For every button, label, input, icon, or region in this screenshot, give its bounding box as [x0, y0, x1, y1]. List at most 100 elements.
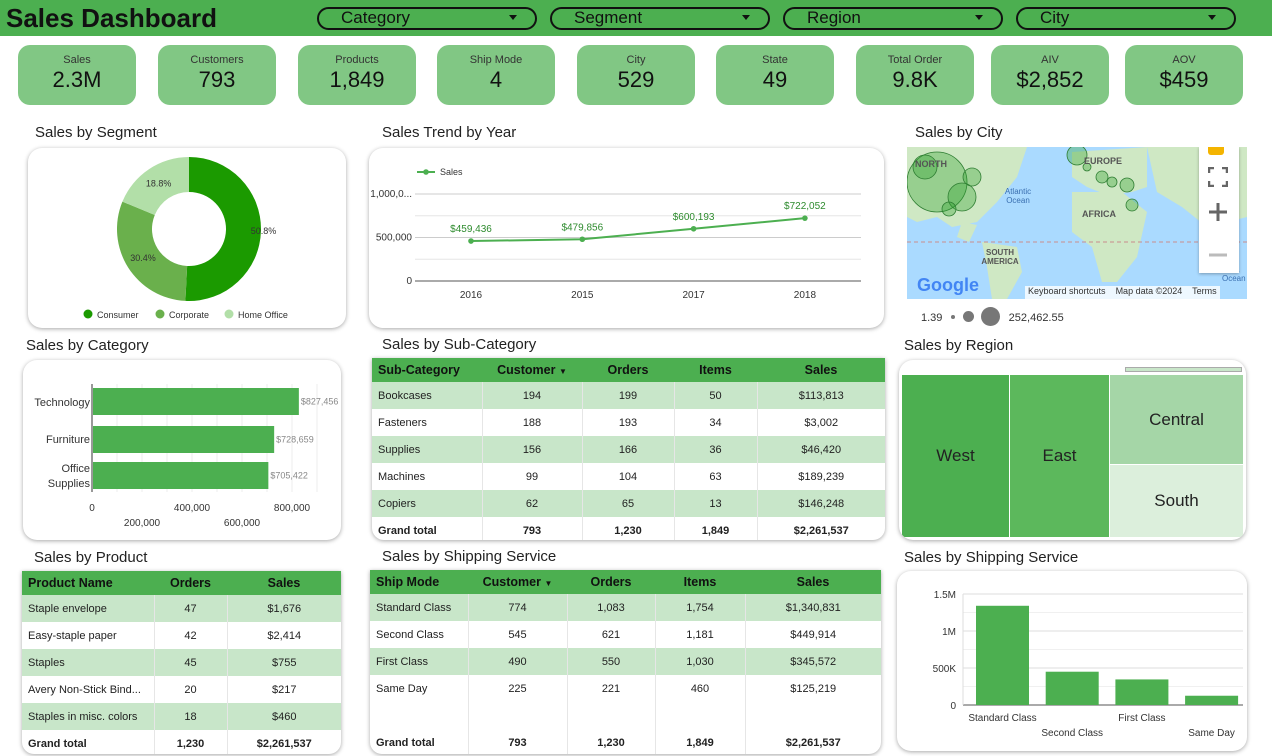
table-row[interactable]: Fasteners 188 193 34 $3,002	[372, 409, 885, 436]
subcategory-header-items[interactable]: Items	[674, 358, 757, 382]
kpi-value: 1,849	[329, 67, 385, 92]
category-bar[interactable]	[93, 462, 269, 489]
table-row[interactable]: Second Class 545 621 1,181 $449,914	[370, 621, 881, 648]
cell: 774	[468, 594, 568, 621]
table-row[interactable]: Supplies 156 166 36 $46,420	[372, 436, 885, 463]
x-tick-label: First Class	[1118, 713, 1165, 724]
terms-link[interactable]: Terms	[1192, 286, 1217, 296]
chevron-down-icon	[742, 15, 750, 20]
table-row[interactable]: Machines 99 104 63 $189,239	[372, 463, 885, 490]
cell: $3,002	[804, 416, 839, 429]
product-header-sales[interactable]: Sales	[227, 571, 341, 595]
region-card: West East Central South	[899, 360, 1246, 540]
map-label-europe: EUROPE	[1084, 156, 1123, 166]
map-label-atlantic: Atlantic Ocean	[1004, 187, 1032, 205]
category-filter[interactable]: Category	[317, 7, 537, 30]
table-row[interactable]: Copiers 62 65 13 $146,248	[372, 490, 885, 517]
data-label: $459,436	[450, 224, 492, 235]
cell: 793	[482, 517, 583, 540]
table-row[interactable]: Staple envelope 47 $1,676	[22, 595, 341, 622]
cell: $113,813	[757, 382, 885, 409]
data-point[interactable]	[802, 215, 808, 221]
kpi-label: Ship Mode	[469, 54, 523, 66]
data-point[interactable]	[468, 238, 474, 244]
x-tick-label: 2018	[794, 290, 817, 301]
data-label: $600,193	[673, 212, 715, 223]
shipping-bar[interactable]	[1115, 679, 1169, 705]
shipping-header-sales[interactable]: Sales	[745, 570, 881, 594]
product-header-orders[interactable]: Orders	[154, 571, 227, 595]
donut-slice-consumer[interactable]	[185, 157, 262, 301]
treemap-south[interactable]: South	[1110, 465, 1243, 537]
cell: $460	[227, 703, 341, 730]
kpi-label: City	[626, 54, 646, 66]
product-card: Product Name Orders Sales Staple envelop…	[22, 571, 341, 754]
category-bar[interactable]	[93, 426, 275, 453]
keyboard-shortcuts-link[interactable]: Keyboard shortcuts	[1028, 286, 1106, 296]
city-filter[interactable]: City	[1016, 7, 1236, 30]
segment-filter[interactable]: Segment	[550, 7, 770, 30]
kpi-ship-mode: Ship Mode 4	[437, 45, 555, 105]
size-legend-min: 1.39	[921, 312, 943, 324]
table-row[interactable]: Staples in misc. colors 18 $460	[22, 703, 341, 730]
cell: 13	[674, 490, 758, 517]
category-bar[interactable]	[93, 388, 299, 415]
table-row[interactable]: First Class 490 550 1,030 $345,572	[370, 648, 881, 675]
treemap-west[interactable]: West	[902, 375, 1009, 537]
cell: $1,340,831	[745, 594, 881, 621]
table-row[interactable]: Avery Non-Stick Bind... 20 $217	[22, 676, 341, 703]
size-legend: 1.39 252,462.55	[921, 307, 1064, 326]
shipping-header-items[interactable]: Items	[655, 570, 745, 594]
cell: 42	[154, 622, 228, 649]
subcategory-header-sales[interactable]: Sales	[757, 358, 885, 382]
subcategory-header-customer[interactable]: Customer ▼	[482, 358, 582, 382]
shipping-header-mode[interactable]: Ship Mode	[370, 570, 468, 594]
cell: 34	[674, 409, 758, 436]
region-filter[interactable]: Region	[783, 7, 1003, 30]
donut-slice-corporate[interactable]	[117, 201, 188, 301]
map-data-credit: Map data ©2024	[1115, 286, 1183, 296]
subcategory-header-name[interactable]: Sub-Category	[372, 358, 482, 382]
shipping-header-customer[interactable]: Customer ▼	[468, 570, 567, 594]
cell: Grand total	[372, 517, 483, 540]
table-row[interactable]: Easy-staple paper 42 $2,414	[22, 622, 341, 649]
treemap-east[interactable]: East	[1010, 375, 1109, 537]
product-header-name[interactable]: Product Name	[22, 571, 154, 595]
kpi-city: City 529	[577, 45, 695, 105]
kpi-label: Products	[335, 54, 379, 66]
cell: 199	[582, 382, 675, 409]
table-row[interactable]: Same Day 225 221 460 $125,219	[370, 675, 881, 702]
kpi-customers: Customers 793	[158, 45, 276, 105]
cell: Staples	[22, 649, 155, 676]
table-row[interactable]: Standard Class 774 1,083 1,754 $1,340,831	[370, 594, 881, 621]
shipping-bar[interactable]	[1045, 671, 1099, 705]
pegman-icon[interactable]	[1208, 147, 1224, 155]
fullscreen-icon[interactable]	[1207, 166, 1229, 188]
zoom-out-icon[interactable]	[1208, 245, 1228, 265]
treemap-central[interactable]: Central	[1110, 375, 1243, 464]
city-map[interactable]: NORTH EUROPE Atlantic Ocean AFRICA SOUTH…	[907, 147, 1247, 299]
size-legend-max: 252,462.55	[1008, 312, 1064, 324]
cell: Copiers	[372, 490, 483, 517]
data-point[interactable]	[690, 225, 697, 232]
subcategory-header-orders[interactable]: Orders	[582, 358, 674, 382]
shipping-bar[interactable]	[976, 605, 1029, 705]
cell: Standard Class	[370, 594, 469, 621]
legend-label: Corporate	[169, 310, 209, 320]
size-legend-large-dot	[980, 307, 1000, 326]
data-point[interactable]	[579, 236, 586, 243]
zoom-in-icon[interactable]	[1208, 202, 1228, 222]
treemap-color-scale	[1125, 367, 1242, 372]
x-tick-label: 2016	[460, 290, 483, 301]
table-row[interactable]: Staples 45 $755	[22, 649, 341, 676]
shipping-bar[interactable]	[1185, 695, 1239, 705]
x-tick-label: Standard Class	[968, 713, 1036, 724]
grand-total-row: Grand total 1,230 $2,261,537	[22, 730, 341, 754]
cell: Supplies	[372, 436, 483, 463]
legend-label: Home Office	[238, 310, 288, 320]
shipping-table: Ship Mode Customer ▼ Orders Items Sales …	[370, 570, 881, 754]
shipping-header-orders[interactable]: Orders	[567, 570, 655, 594]
table-row[interactable]: Bookcases 194 199 50 $113,813	[372, 382, 885, 409]
kpi-value: $459	[1159, 67, 1209, 92]
kpi-state: State 49	[716, 45, 834, 105]
